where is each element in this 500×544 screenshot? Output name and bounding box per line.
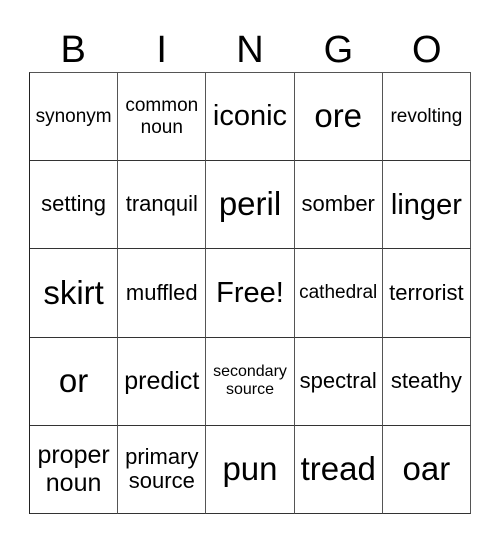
free-space-cell[interactable]: Free! bbox=[206, 249, 295, 338]
bingo-cell[interactable]: iconic bbox=[206, 73, 295, 162]
bingo-cell[interactable]: oar bbox=[382, 425, 471, 514]
bingo-cell[interactable]: muffled bbox=[118, 249, 207, 338]
bingo-cell[interactable]: tread bbox=[294, 425, 383, 514]
bingo-header: B I N G O bbox=[29, 28, 471, 72]
bingo-cell[interactable]: cathedral bbox=[294, 249, 383, 338]
bingo-cell[interactable]: ore bbox=[294, 73, 383, 162]
bingo-cell[interactable]: steathy bbox=[382, 337, 471, 426]
header-letter-i: I bbox=[156, 29, 167, 71]
bingo-cell[interactable]: primary source bbox=[118, 425, 207, 514]
header-letter-g: G bbox=[323, 29, 354, 71]
bingo-cell[interactable]: secondary source bbox=[206, 337, 295, 426]
bingo-cell[interactable]: linger bbox=[382, 161, 471, 250]
bingo-cell[interactable]: proper noun bbox=[30, 425, 119, 514]
bingo-cell[interactable]: predict bbox=[118, 337, 207, 426]
bingo-cell[interactable]: terrorist bbox=[382, 249, 471, 338]
bingo-cell[interactable]: peril bbox=[206, 161, 295, 250]
bingo-cell[interactable]: setting bbox=[30, 161, 119, 250]
bingo-cell[interactable]: spectral bbox=[294, 337, 383, 426]
bingo-cell[interactable]: somber bbox=[294, 161, 383, 250]
header-letter-n: N bbox=[236, 29, 264, 71]
header-letter-o: O bbox=[412, 29, 442, 71]
bingo-cell[interactable]: skirt bbox=[30, 249, 119, 338]
bingo-cell[interactable]: tranquil bbox=[118, 161, 207, 250]
bingo-cell[interactable]: common noun bbox=[118, 73, 207, 162]
bingo-card: synonym common noun iconic ore revolting… bbox=[29, 72, 471, 514]
bingo-cell[interactable]: or bbox=[30, 337, 119, 426]
header-letter-b: B bbox=[60, 29, 86, 71]
bingo-cell[interactable]: pun bbox=[206, 425, 295, 514]
bingo-cell[interactable]: revolting bbox=[382, 73, 471, 162]
bingo-cell[interactable]: synonym bbox=[30, 73, 119, 162]
